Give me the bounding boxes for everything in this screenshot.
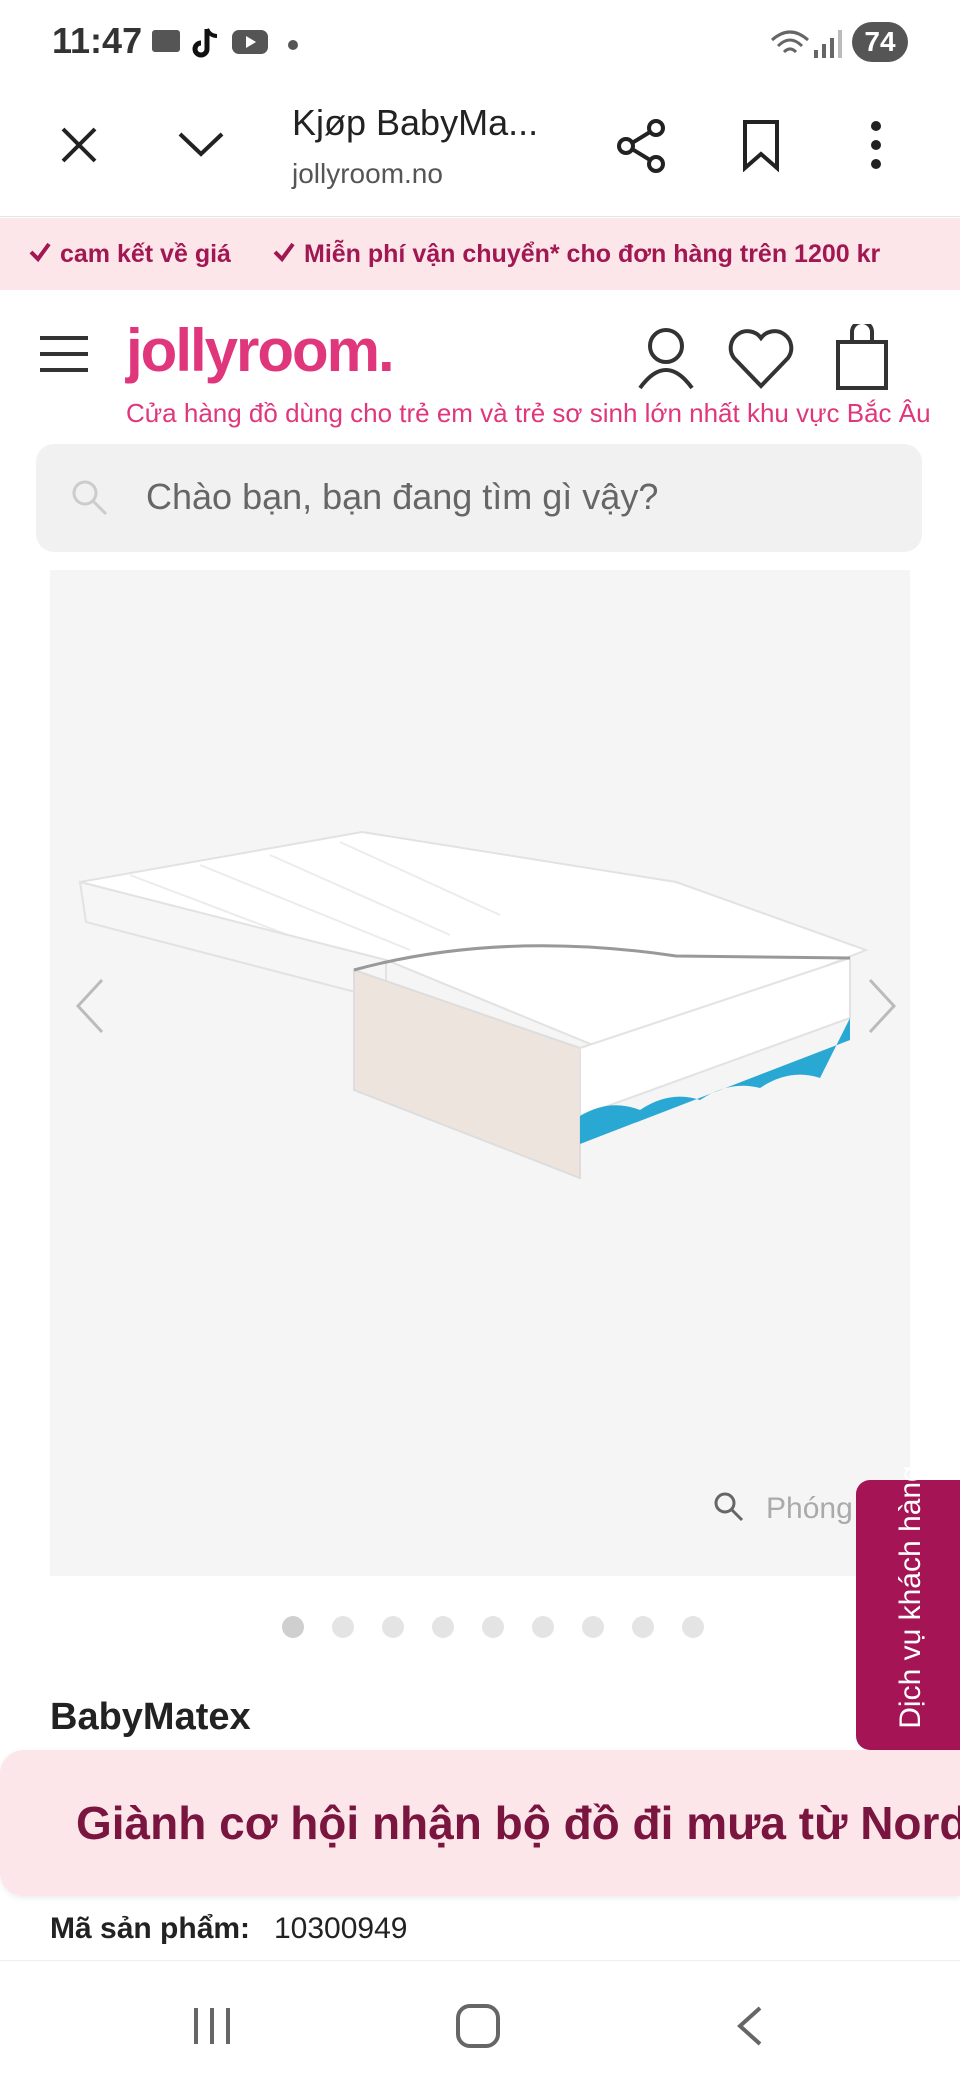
- mail-icon: [152, 30, 180, 52]
- close-icon[interactable]: [58, 124, 100, 166]
- promo-free-shipping: Miễn phí vận chuyển* cho đơn hàng trên 1…: [304, 240, 881, 268]
- back-icon[interactable]: [734, 2004, 764, 2048]
- more-options-icon[interactable]: [868, 120, 884, 170]
- product-brand[interactable]: BabyMatex: [50, 1696, 251, 1739]
- search-input[interactable]: Chào bạn, bạn đang tìm gì vậy?: [146, 476, 658, 518]
- shopping-bag-icon[interactable]: [834, 324, 890, 392]
- page-url: jollyroom.no: [292, 158, 443, 189]
- bookmark-icon[interactable]: [740, 118, 782, 172]
- promo-strip: cam kết về giá Miễn phí vận chuyển* cho …: [0, 218, 960, 290]
- status-bar: 11:47 74: [0, 0, 960, 88]
- carousel-dot[interactable]: [432, 1616, 454, 1638]
- check-icon: [29, 242, 51, 263]
- share-icon[interactable]: [614, 118, 668, 174]
- carousel-dot[interactable]: [382, 1616, 404, 1638]
- signal-icon: [814, 30, 842, 58]
- notification-dot-icon: [288, 40, 298, 50]
- carousel-dot[interactable]: [582, 1616, 604, 1638]
- carousel-dot[interactable]: [632, 1616, 654, 1638]
- menu-icon[interactable]: [40, 334, 90, 374]
- youtube-icon: [232, 30, 268, 54]
- carousel-dot[interactable]: [332, 1616, 354, 1638]
- battery-indicator: 74: [852, 22, 908, 62]
- check-icon: [273, 242, 295, 263]
- carousel-dot[interactable]: [482, 1616, 504, 1638]
- tiktok-icon: [192, 28, 218, 58]
- zoom-icon[interactable]: [712, 1490, 746, 1524]
- next-image-icon[interactable]: [868, 978, 897, 1034]
- site-logo[interactable]: jollyroom.: [126, 316, 395, 385]
- status-time: 11:47: [52, 20, 143, 61]
- sku-value: 10300949: [274, 1912, 408, 1945]
- promo-price-promise: cam kết về giá: [60, 240, 231, 268]
- recent-apps-icon[interactable]: [190, 2006, 234, 2046]
- carousel-dot[interactable]: [532, 1616, 554, 1638]
- carousel-dot[interactable]: [682, 1616, 704, 1638]
- search-icon: [72, 480, 108, 516]
- user-account-icon[interactable]: [636, 326, 696, 390]
- prev-image-icon[interactable]: [75, 978, 104, 1034]
- sku-label: Mã sản phẩm:: [50, 1912, 251, 1945]
- chevron-down-icon[interactable]: [176, 128, 226, 158]
- product-image-mattress: [75, 830, 897, 1180]
- carousel-dot-active[interactable]: [282, 1616, 304, 1638]
- wifi-icon: [771, 30, 809, 54]
- promo-banner-text: Giành cơ hội nhận bộ đồ đi mưa từ Nordic: [76, 1797, 960, 1849]
- page-title: Kjøp BabyMa...: [292, 102, 539, 143]
- site-tagline: Cửa hàng đồ dùng cho trẻ em và trẻ sơ si…: [126, 398, 931, 428]
- wishlist-heart-icon[interactable]: [726, 328, 796, 390]
- home-icon[interactable]: [454, 2002, 502, 2050]
- customer-service-tab[interactable]: Dịch vụ khách hàng: [856, 1465, 960, 1750]
- customer-service-label: Dịch vụ khách hàng: [894, 1465, 927, 1729]
